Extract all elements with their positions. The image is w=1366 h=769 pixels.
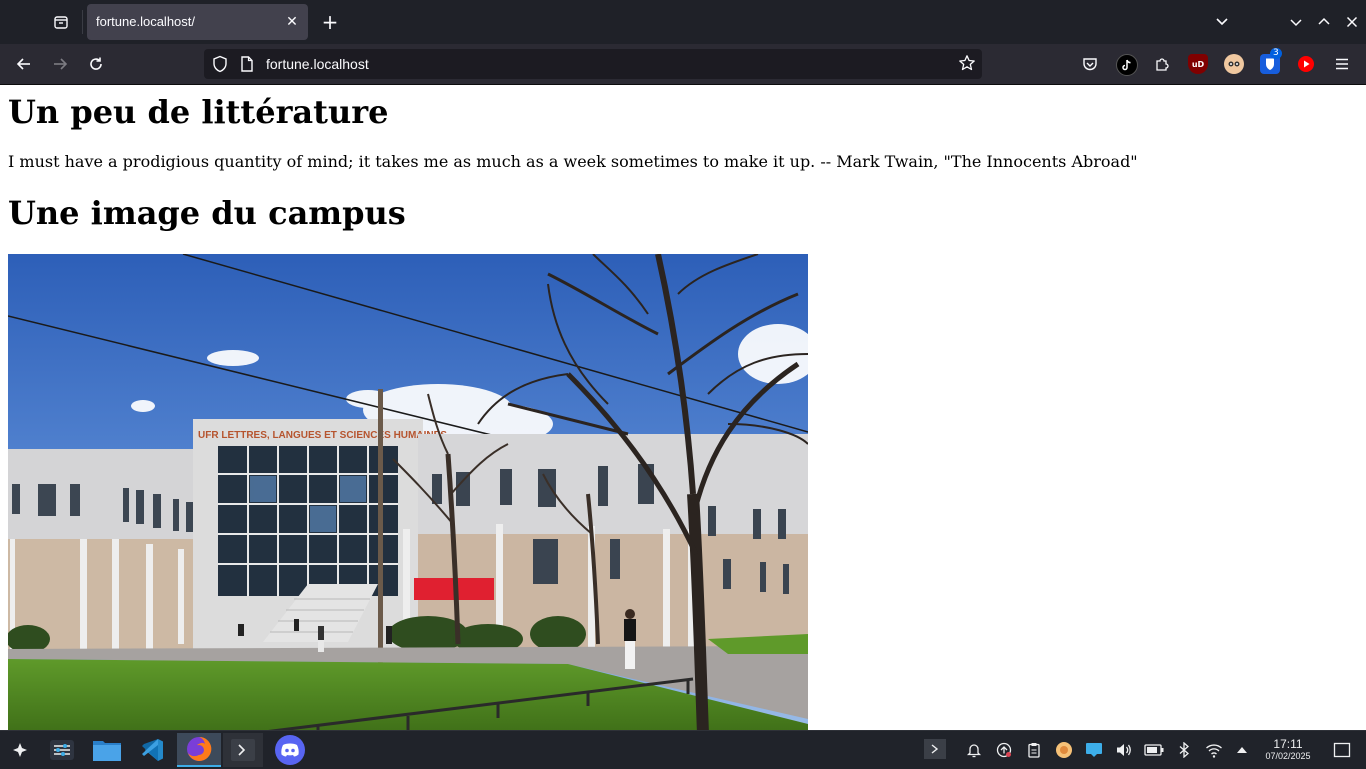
building-right-wing	[403, 434, 808, 649]
building-sign: UFR LETTRES, LANGUES ET SCIENCES HUMAINE…	[198, 430, 447, 441]
heading-campus: Une image du campus	[8, 194, 406, 232]
hamburger-menu-icon[interactable]	[1330, 52, 1354, 76]
tab-overview-icon[interactable]	[44, 6, 78, 38]
update-icon[interactable]	[994, 740, 1014, 760]
show-desktop-icon[interactable]	[1332, 740, 1352, 760]
campus-photo: UFR LETTRES, LANGUES ET SCIENCES HUMAINE…	[8, 254, 808, 730]
page-icon[interactable]	[240, 55, 254, 77]
system-taskbar	[0, 730, 1366, 769]
tab-title: fortune.localhost/	[96, 14, 196, 29]
tray-expand-icon[interactable]	[1232, 740, 1252, 760]
bluetooth-icon[interactable]	[1174, 740, 1194, 760]
back-arrow-icon[interactable]	[9, 50, 39, 78]
address-bar[interactable]: fortune.localhost	[204, 49, 982, 79]
reload-icon[interactable]	[81, 50, 111, 78]
tab-close-icon[interactable]: ✕	[282, 12, 302, 32]
app-launcher-icon[interactable]	[0, 733, 40, 767]
tiktok-extension-icon[interactable]	[1116, 54, 1138, 76]
star-icon[interactable]	[958, 54, 976, 76]
page-content: Un peu de littérature I must have a prod…	[0, 85, 1366, 730]
system-clock[interactable]: 17:11 07/02/2025	[1258, 738, 1318, 762]
navigation-toolbar: fortune.localhost uD 3	[0, 44, 1366, 85]
close-window-icon[interactable]	[1338, 8, 1366, 36]
terminal-tray-icon[interactable]	[924, 739, 946, 759]
discord-icon[interactable]	[270, 733, 310, 767]
file-manager-icon[interactable]	[87, 733, 127, 767]
tab-fortune[interactable]: fortune.localhost/ ✕	[87, 4, 308, 40]
forward-arrow-icon[interactable]	[45, 50, 75, 78]
bitwarden-badge: 3	[1270, 48, 1282, 59]
wifi-icon[interactable]	[1204, 740, 1224, 760]
shield-icon[interactable]	[212, 55, 228, 77]
vscode-icon[interactable]	[132, 733, 172, 767]
utility-pole	[378, 389, 383, 674]
puzzle-icon[interactable]	[1150, 52, 1174, 76]
volume-icon[interactable]	[1114, 740, 1134, 760]
app-tray-icon[interactable]	[1054, 740, 1074, 760]
youtube-extension-icon[interactable]	[1296, 54, 1316, 74]
firefox-icon[interactable]	[177, 733, 221, 767]
clock-time: 17:11	[1273, 737, 1303, 751]
system-settings-icon[interactable]	[42, 733, 82, 767]
terminal-icon[interactable]	[223, 733, 263, 767]
battery-icon[interactable]	[1144, 740, 1164, 760]
clipboard-icon[interactable]	[1024, 740, 1044, 760]
building-left-wing	[8, 449, 208, 649]
notifications-bell-icon[interactable]	[964, 740, 984, 760]
privacy-badger-icon[interactable]	[1224, 54, 1244, 74]
fortune-quote: I must have a prodigious quantity of min…	[8, 152, 1138, 171]
tab-separator	[82, 10, 83, 34]
heading-litterature: Un peu de littérature	[8, 93, 389, 131]
list-all-tabs-icon[interactable]	[1208, 8, 1236, 36]
minimize-icon[interactable]	[1282, 8, 1310, 36]
new-tab-button[interactable]: +	[316, 8, 344, 36]
tab-strip: fortune.localhost/ ✕ +	[0, 0, 1366, 44]
clock-date: 07/02/2025	[1265, 751, 1311, 761]
maximize-icon[interactable]	[1310, 8, 1338, 36]
pocket-icon[interactable]	[1078, 52, 1102, 76]
ublock-origin-icon[interactable]: uD	[1188, 54, 1208, 74]
url-text[interactable]: fortune.localhost	[266, 56, 369, 72]
kde-connect-icon[interactable]	[1084, 740, 1104, 760]
ublock-label: uD	[1191, 59, 1205, 69]
